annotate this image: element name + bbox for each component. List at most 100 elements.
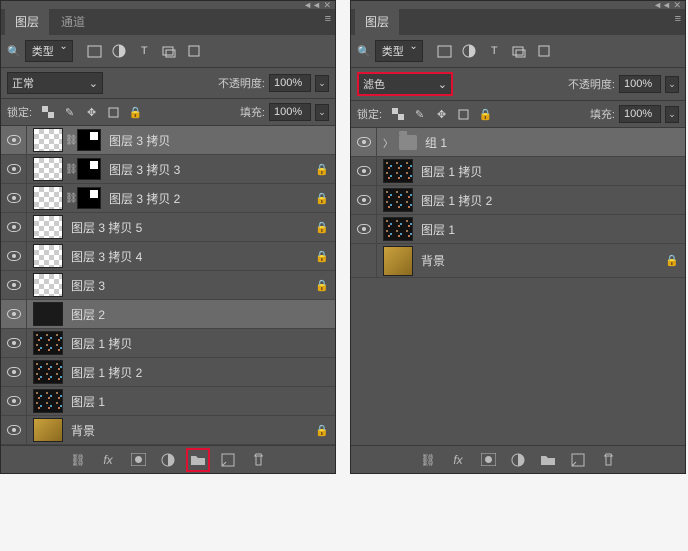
layer-name[interactable]: 图层 3 拷贝 5 xyxy=(71,219,315,236)
link-layers-icon[interactable]: ⛓ xyxy=(70,452,86,468)
opacity-dropdown[interactable]: ⌄ xyxy=(665,76,679,93)
opacity-value[interactable]: 100% xyxy=(269,74,311,92)
filter-shape-icon[interactable] xyxy=(512,44,527,59)
layer-name[interactable]: 背景 xyxy=(421,252,665,269)
lock-all-icon[interactable]: 🔒 xyxy=(128,105,143,120)
tab-layers[interactable]: 图层 xyxy=(355,8,399,35)
visibility-toggle[interactable] xyxy=(1,126,27,154)
mask-link-icon[interactable]: ⛓ xyxy=(65,164,75,175)
eye-icon[interactable] xyxy=(7,367,21,377)
eye-icon[interactable] xyxy=(7,251,21,261)
filter-type-select[interactable]: 类型 xyxy=(375,40,423,62)
visibility-toggle[interactable] xyxy=(1,271,27,299)
layer-fx-icon[interactable]: fx xyxy=(450,452,466,468)
layer-row[interactable]: 图层 3🔒 xyxy=(1,271,335,300)
layer-row[interactable]: 图层 1 拷贝 2 xyxy=(351,186,685,215)
lock-artboard-icon[interactable] xyxy=(106,105,121,120)
visibility-toggle[interactable] xyxy=(1,329,27,357)
add-mask-icon[interactable] xyxy=(480,452,496,468)
new-group-icon[interactable] xyxy=(190,452,206,468)
eye-icon[interactable] xyxy=(357,195,371,205)
eye-icon[interactable] xyxy=(357,224,371,234)
mask-link-icon[interactable]: ⛓ xyxy=(65,135,75,146)
layer-name[interactable]: 图层 1 拷贝 2 xyxy=(421,192,679,209)
visibility-toggle[interactable] xyxy=(1,358,27,386)
lock-pixels-icon[interactable]: ✎ xyxy=(412,107,427,122)
panel-menu-icon[interactable]: ≡ xyxy=(675,13,681,25)
visibility-toggle[interactable] xyxy=(351,215,377,243)
layer-thumbnail[interactable] xyxy=(383,159,413,183)
layer-name[interactable]: 图层 3 拷贝 2 xyxy=(109,190,315,207)
lock-position-icon[interactable]: ✥ xyxy=(434,107,449,122)
lock-transparent-icon[interactable] xyxy=(40,105,55,120)
new-group-icon[interactable] xyxy=(540,452,556,468)
layer-thumbnail[interactable] xyxy=(33,157,63,181)
layer-row[interactable]: ⛓图层 3 拷贝 3🔒 xyxy=(1,155,335,184)
visibility-toggle[interactable] xyxy=(1,213,27,241)
visibility-toggle[interactable] xyxy=(1,242,27,270)
filter-smart-icon[interactable] xyxy=(537,44,552,59)
lock-position-icon[interactable]: ✥ xyxy=(84,105,99,120)
layer-row[interactable]: 图层 1 拷贝 xyxy=(1,329,335,358)
layer-name[interactable]: 图层 1 xyxy=(71,393,329,410)
filter-adjustment-icon[interactable] xyxy=(462,44,477,59)
filter-type-select[interactable]: 类型 xyxy=(25,40,73,62)
eye-icon[interactable] xyxy=(7,164,21,174)
layer-name[interactable]: 图层 1 xyxy=(421,221,679,238)
layer-row[interactable]: 背景🔒 xyxy=(351,244,685,278)
layer-name[interactable]: 背景 xyxy=(71,422,315,439)
eye-icon[interactable] xyxy=(7,425,21,435)
eye-icon[interactable] xyxy=(357,166,371,176)
filter-smart-icon[interactable] xyxy=(187,44,202,59)
opacity-dropdown[interactable]: ⌄ xyxy=(315,75,329,92)
lock-transparent-icon[interactable] xyxy=(390,107,405,122)
visibility-toggle[interactable] xyxy=(351,186,377,214)
visibility-toggle[interactable] xyxy=(351,157,377,185)
fill-value[interactable]: 100% xyxy=(619,105,661,123)
fill-value[interactable]: 100% xyxy=(269,103,311,121)
layer-thumbnail[interactable] xyxy=(33,186,63,210)
layer-thumbnail[interactable] xyxy=(383,246,413,276)
layer-name[interactable]: 图层 1 拷贝 xyxy=(421,163,679,180)
layer-thumbnail[interactable] xyxy=(33,244,63,268)
eye-icon[interactable] xyxy=(7,193,21,203)
tab-layers[interactable]: 图层 xyxy=(5,8,49,35)
layer-name[interactable]: 图层 1 拷贝 2 xyxy=(71,364,329,381)
eye-icon[interactable] xyxy=(7,222,21,232)
lock-all-icon[interactable]: 🔒 xyxy=(478,107,493,122)
new-adjustment-icon[interactable] xyxy=(160,452,176,468)
filter-type-icon[interactable]: T xyxy=(487,44,502,59)
fill-dropdown[interactable]: ⌄ xyxy=(665,106,679,123)
fill-dropdown[interactable]: ⌄ xyxy=(315,104,329,121)
lock-artboard-icon[interactable] xyxy=(456,107,471,122)
panel-menu-icon[interactable]: ≡ xyxy=(325,13,331,25)
layer-name[interactable]: 图层 3 拷贝 4 xyxy=(71,248,315,265)
blend-mode-select[interactable]: 正常⌄ xyxy=(7,72,103,94)
layer-thumbnail[interactable] xyxy=(33,360,63,384)
layer-row[interactable]: 背景🔒 xyxy=(1,416,335,445)
delete-layer-icon[interactable] xyxy=(250,452,266,468)
layer-mask-thumbnail[interactable] xyxy=(77,187,101,209)
layer-row[interactable]: 图层 2 xyxy=(1,300,335,329)
layer-row[interactable]: 图层 3 拷贝 5🔒 xyxy=(1,213,335,242)
visibility-toggle[interactable] xyxy=(1,387,27,415)
layer-row[interactable]: ⛓图层 3 拷贝 2🔒 xyxy=(1,184,335,213)
layer-group-row[interactable]: 〉组 1 xyxy=(351,128,685,157)
layer-name[interactable]: 图层 2 xyxy=(71,306,329,323)
tab-channels[interactable]: 通道 xyxy=(51,8,95,35)
layer-thumbnail[interactable] xyxy=(33,215,63,239)
filter-shape-icon[interactable] xyxy=(162,44,177,59)
new-layer-icon[interactable] xyxy=(570,452,586,468)
eye-icon[interactable] xyxy=(7,309,21,319)
blend-mode-select[interactable]: 滤色⌄ xyxy=(357,72,453,96)
visibility-toggle[interactable] xyxy=(1,184,27,212)
layer-fx-icon[interactable]: fx xyxy=(100,452,116,468)
layer-name[interactable]: 组 1 xyxy=(425,134,679,151)
panel-collapse-bar[interactable]: ◄◄ ✕ xyxy=(351,1,685,9)
eye-icon[interactable] xyxy=(7,338,21,348)
new-adjustment-icon[interactable] xyxy=(510,452,526,468)
new-layer-icon[interactable] xyxy=(220,452,236,468)
eye-icon[interactable] xyxy=(357,137,371,147)
visibility-toggle[interactable] xyxy=(1,155,27,183)
layer-row[interactable]: 图层 1 拷贝 2 xyxy=(1,358,335,387)
